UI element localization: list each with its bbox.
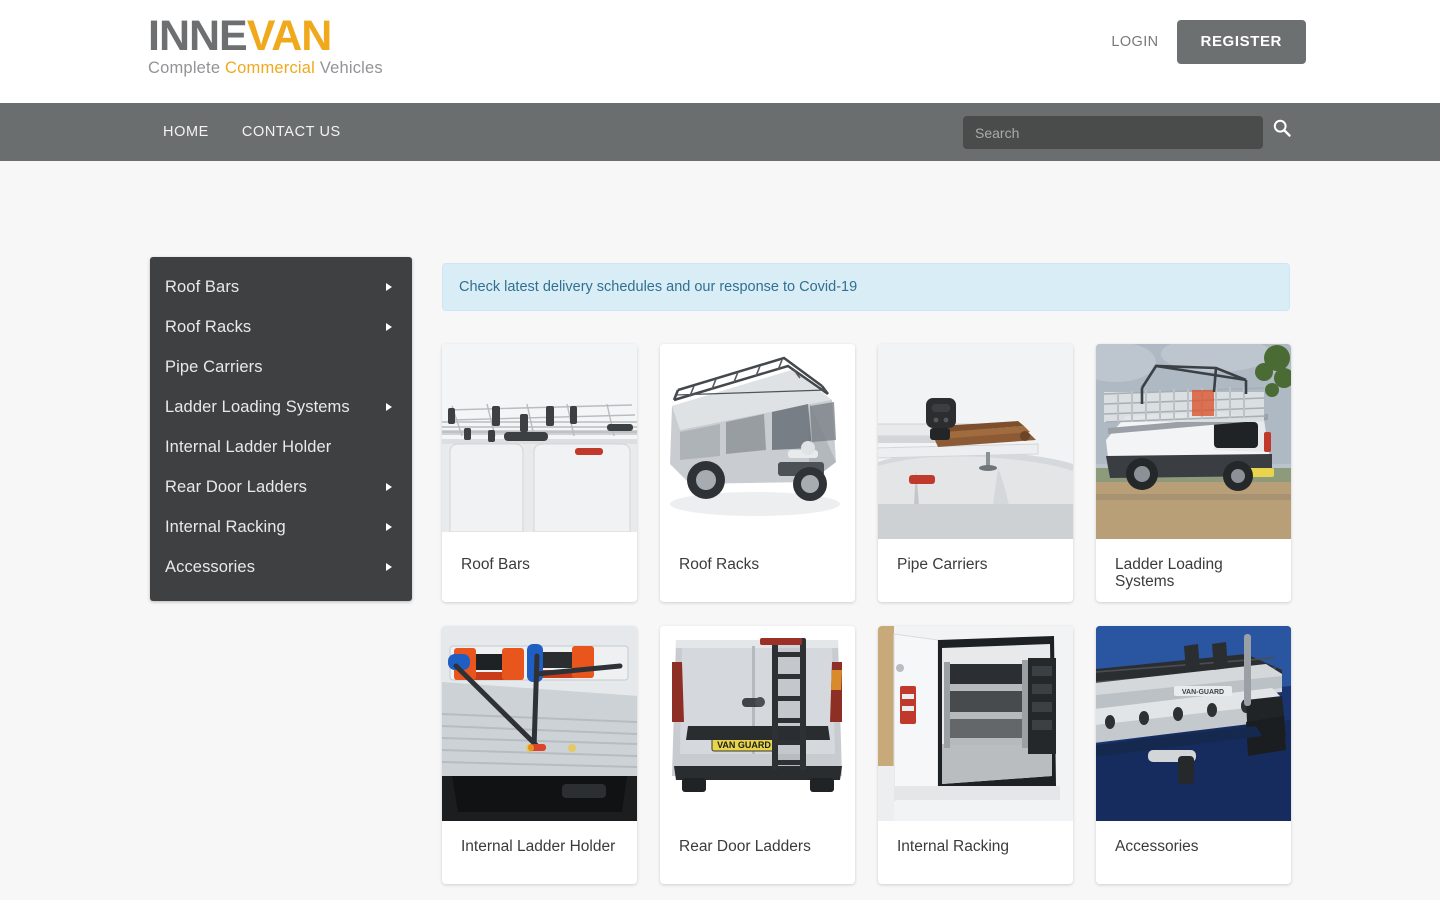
- sidebar-item-roof-racks[interactable]: Roof Racks: [150, 307, 412, 347]
- main-content: Check latest delivery schedules and our …: [442, 161, 1291, 900]
- sidebar-item-label: Rear Door Ladders: [165, 477, 308, 496]
- category-card-ladder-loading-systems[interactable]: Ladder Loading Systems: [1096, 344, 1291, 602]
- sidebar-item-accessories[interactable]: Accessories: [150, 547, 412, 587]
- category-card-internal-racking[interactable]: Internal Racking: [878, 626, 1073, 884]
- sidebar-item-label: Internal Racking: [165, 517, 286, 536]
- svg-text:VAN GUARD: VAN GUARD: [717, 740, 771, 750]
- category-card-label: Accessories: [1115, 838, 1199, 855]
- nav-link-contact-us[interactable]: CONTACT US: [242, 124, 341, 140]
- van-interior-racking-image: [878, 626, 1073, 821]
- category-grid: Roof Bars Roof Racks Pipe Carriers Ladde…: [442, 344, 1291, 884]
- site-logo[interactable]: INNEVAN Complete Commercial Vehicles: [148, 14, 398, 78]
- van-roof-with-bars-image: [442, 344, 637, 539]
- category-card-internal-ladder-holder[interactable]: Internal Ladder Holder: [442, 626, 637, 884]
- nav-link-home[interactable]: HOME: [163, 124, 209, 140]
- search-input[interactable]: [963, 116, 1263, 149]
- van-interior-ladder-holder-image: [442, 626, 637, 821]
- site-header: INNEVAN Complete Commercial Vehicles LOG…: [0, 0, 1440, 103]
- search-button[interactable]: [1272, 118, 1292, 141]
- chevron-right-icon: [386, 283, 392, 291]
- register-button[interactable]: REGISTER: [1176, 20, 1306, 64]
- sidebar-item-label: Pipe Carriers: [165, 357, 263, 376]
- search-icon: [1272, 118, 1292, 141]
- category-card-label: Roof Racks: [679, 556, 760, 573]
- van-rear-door-ladder-image: VAN GUARD: [660, 626, 855, 821]
- category-card-label: Internal Racking: [897, 838, 1010, 855]
- logo-wordmark: INNEVAN: [148, 14, 398, 58]
- category-card-accessories[interactable]: VAN-GUARD Accessories: [1096, 626, 1291, 884]
- category-card-label: Internal Ladder Holder: [461, 838, 616, 855]
- category-card-label: Rear Door Ladders: [679, 838, 811, 855]
- white-van-ladder-loader-image: [1096, 344, 1291, 539]
- account-actions: LOGIN REGISTER: [1111, 20, 1306, 64]
- logo-tagline: Complete Commercial Vehicles: [148, 59, 398, 78]
- category-sidebar: Roof Bars Roof Racks Pipe Carriers Ladde…: [150, 257, 412, 601]
- main-navbar: HOME CONTACT US: [0, 103, 1440, 161]
- category-card-rear-door-ladders[interactable]: VAN GUARD Rear Door Ladders: [660, 626, 855, 884]
- roof-bar-accessories-image: VAN-GUARD: [1096, 626, 1291, 821]
- sidebar-item-ladder-loading-systems[interactable]: Ladder Loading Systems: [150, 387, 412, 427]
- search-area: [963, 116, 1292, 149]
- logo-wordmark-van: VAN: [246, 12, 333, 60]
- sidebar-item-internal-ladder-holder[interactable]: Internal Ladder Holder: [150, 427, 412, 467]
- sidebar-item-internal-racking[interactable]: Internal Racking: [150, 507, 412, 547]
- sidebar-item-pipe-carriers[interactable]: Pipe Carriers: [150, 347, 412, 387]
- sidebar-item-label: Internal Ladder Holder: [165, 437, 332, 456]
- login-link[interactable]: LOGIN: [1111, 34, 1158, 50]
- chevron-right-icon: [386, 403, 392, 411]
- logo-tagline-complete: Complete: [148, 59, 226, 77]
- category-card-label: Ladder Loading Systems: [1115, 556, 1223, 590]
- sidebar-item-label: Roof Racks: [165, 317, 252, 336]
- category-card-label: Roof Bars: [461, 556, 530, 573]
- sidebar-item-label: Accessories: [165, 557, 256, 576]
- logo-tagline-commercial: Commercial: [225, 59, 320, 77]
- chevron-right-icon: [386, 563, 392, 571]
- category-card-label: Pipe Carriers: [897, 556, 988, 573]
- chevron-right-icon: [386, 323, 392, 331]
- covid-notice-banner[interactable]: Check latest delivery schedules and our …: [442, 263, 1290, 311]
- sidebar-item-rear-door-ladders[interactable]: Rear Door Ladders: [150, 467, 412, 507]
- chevron-right-icon: [386, 523, 392, 531]
- page-body: Roof Bars Roof Racks Pipe Carriers Ladde…: [0, 161, 1440, 900]
- logo-tagline-vehicles: Vehicles: [319, 59, 383, 77]
- category-card-roof-racks[interactable]: Roof Racks: [660, 344, 855, 602]
- pipe-carrier-on-roof-image: [878, 344, 1073, 539]
- sidebar-item-roof-bars[interactable]: Roof Bars: [150, 267, 412, 307]
- svg-text:VAN-GUARD: VAN-GUARD: [1182, 689, 1224, 696]
- chevron-right-icon: [386, 483, 392, 491]
- sidebar-item-label: Roof Bars: [165, 277, 240, 296]
- category-card-pipe-carriers[interactable]: Pipe Carriers: [878, 344, 1073, 602]
- sidebar-item-label: Ladder Loading Systems: [165, 397, 350, 416]
- category-card-roof-bars[interactable]: Roof Bars: [442, 344, 637, 602]
- nav-links: HOME CONTACT US: [163, 103, 341, 161]
- logo-wordmark-inne: INNE: [148, 12, 248, 60]
- silver-van-with-roof-rack-image: [660, 344, 855, 539]
- covid-notice-text: Check latest delivery schedules and our …: [459, 279, 858, 295]
